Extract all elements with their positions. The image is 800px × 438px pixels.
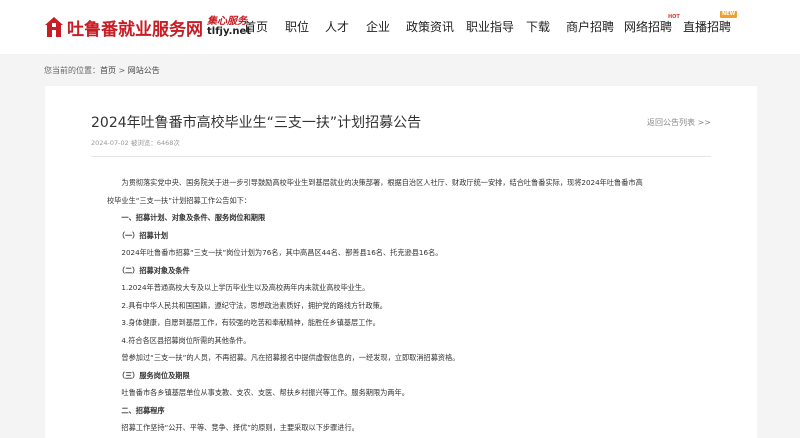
breadcrumb-current[interactable]: 网站公告 [128,66,160,75]
article-meta: 2024-07-02 被浏览：6468次 [91,139,180,147]
nav-home[interactable]: 首页 [244,18,268,35]
subsection-heading: （二）招募对象及条件 [107,265,190,275]
nav-talent[interactable]: 人才 [325,18,349,35]
house-logo-icon [45,17,63,37]
paragraph: 招募工作坚持“公开、平等、竞争、择优”的原则，主要采取以下步骤进行。 [107,423,359,432]
hot-badge: HOT [668,14,680,20]
nav-download[interactable]: 下载 [526,18,550,35]
section-heading: 二、招募程序 [107,405,165,415]
article-title: 2024年吐鲁番市高校毕业生“三支一扶”计划招募公告 [91,115,422,131]
breadcrumb: 您当前的位置：首页 > 网站公告 [44,65,160,76]
section-heading: 一、招募计划、对象及条件、服务岗位和期限 [107,213,266,222]
site-header: 吐鲁番就业服务网 集心服务 tlfjy.net 首页 职位 人才 企业 政策资讯… [0,0,800,54]
paragraph: 2.具有中华人民共和国国籍，遵纪守法，思想政治素质好，拥护党的路线方针政策。 [107,300,387,310]
paragraph: 校毕业生“三支一扶”计划招募工作公告如下： [107,195,252,205]
logo-text: 吐鲁番就业服务网 [67,19,203,40]
subsection-heading: （一）招募计划 [107,230,169,240]
nav-online-recruitment[interactable]: 网络招聘 [624,18,672,35]
nav-companies[interactable]: 企业 [366,18,390,35]
new-badge: NEW [720,11,738,18]
article-panel: 2024年吐鲁番市高校毕业生“三支一扶”计划招募公告 返回公告列表 >> 202… [45,86,757,438]
nav-jobs[interactable]: 职位 [285,18,309,35]
paragraph: 吐鲁番市各乡镇基层单位从事支教、支农、支医、帮扶乡村振兴等工作。服务期限为两年。 [107,388,409,397]
paragraph: 1.2024年普通高校大专及以上学历毕业生以及高校两年内未就业高校毕业生。 [107,283,370,292]
paragraph: 为贯彻落实党中央、国务院关于进一步引导鼓励高校毕业生到基层就业的决策部署，根据自… [107,178,643,187]
nav-career-guidance[interactable]: 职业指导 [466,18,514,35]
nav-policy-news[interactable]: 政策资讯 [406,18,454,35]
paragraph: 3.身体健康，自愿到基层工作，有较强的吃苦和奉献精神，能胜任乡镇基层工作。 [107,318,380,327]
subsection-heading: （三）服务岗位及期限 [107,370,190,380]
breadcrumb-separator: > [116,66,128,75]
back-to-list-link[interactable]: 返回公告列表 >> [647,117,711,128]
paragraph: 2024年吐鲁番市招募“三支一扶”岗位计划为76名，其中高昌区44名、鄯善县16… [107,248,443,257]
paragraph: 曾参加过“三支一扶”的人员，不再招募。凡在招募报名中提供虚假信息的，一经发现，立… [107,353,460,362]
paragraph: 4.符合各区县招募岗位所需的其他条件。 [107,335,251,345]
breadcrumb-prefix: 您当前的位置： [44,66,100,75]
nav-merchant-recruitment[interactable]: 商户招聘 [566,18,614,35]
title-divider [91,156,711,157]
site-logo[interactable]: 吐鲁番就业服务网 集心服务 tlfjy.net [44,10,251,44]
nav-live-recruitment[interactable]: 直播招聘 [683,18,731,35]
article-body: 为贯彻落实党中央、国务院关于进一步引导鼓励高校毕业生到基层就业的决策部署，根据自… [107,174,717,437]
breadcrumb-home-link[interactable]: 首页 [100,66,116,75]
